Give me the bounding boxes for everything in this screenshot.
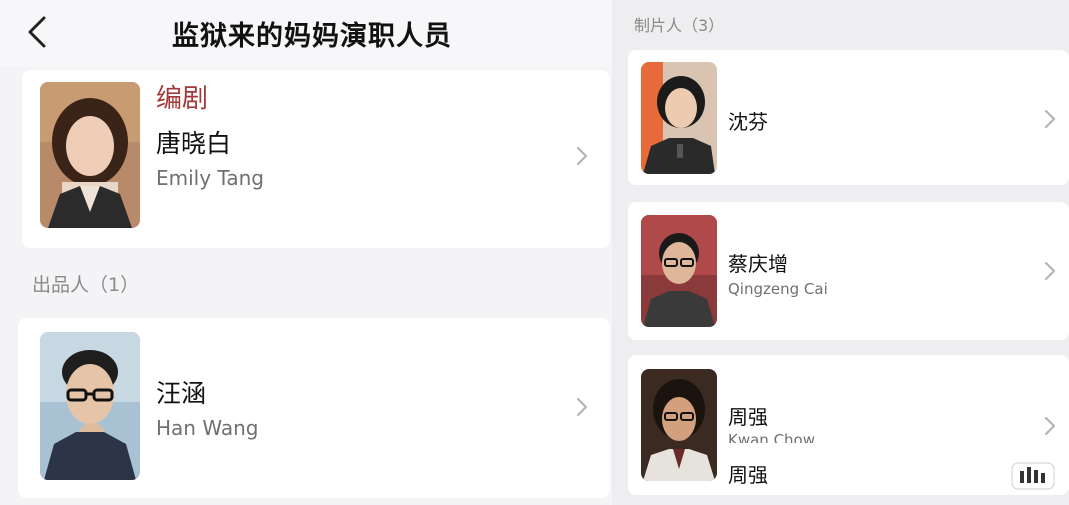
person-name: 蔡庆增 [728,252,788,276]
chevron-right-icon [576,397,588,417]
avatar [641,62,717,174]
crew-card-producer-3[interactable]: 周强 Kwan Chow 周强 [628,355,1069,495]
avatar [40,82,140,228]
person-english-name: Kwan Chow [728,431,815,443]
person-english-name: Qingzeng Cai [728,280,828,298]
person-name: 汪涵 [156,379,207,408]
chevron-right-icon [1044,416,1056,436]
avatar [641,369,717,481]
left-panel: 监狱来的妈妈演职人员 编剧 唐晓白 Emily Tang 出品人（1） 汪涵 H… [0,0,612,505]
overlay-duplicate-name: 周强 [728,463,768,487]
role-label: 编剧 [156,84,209,114]
person-name: 沈芬 [728,110,768,134]
chevron-right-icon [576,146,588,166]
crew-card-presenter[interactable]: 汪涵 Han Wang [18,318,610,498]
crew-card-producer-2[interactable]: 蔡庆增 Qingzeng Cai [628,202,1069,340]
page-title: 监狱来的妈妈演职人员 [172,21,452,52]
person-name: 周强 [728,405,768,429]
section-label-presenter: 出品人（1） [32,274,140,296]
person-name: 唐晓白 [156,129,232,158]
chevron-left-icon [28,16,46,48]
person-english-name: Han Wang [156,416,259,440]
chevron-right-icon [1044,109,1056,129]
crew-card-producer-1[interactable]: 沈芬 [628,50,1069,185]
avatar [641,215,717,327]
avatar [40,332,140,480]
section-label-producers: 制片人（3） [634,16,725,35]
back-button[interactable] [22,12,58,52]
chevron-right-icon [1044,261,1056,281]
top-nav-bar: 监狱来的妈妈演职人员 [0,0,612,66]
crew-card-screenwriter[interactable]: 编剧 唐晓白 Emily Tang [22,70,610,248]
person-english-name: Emily Tang [156,166,264,190]
bar-chart-icon [1011,462,1055,490]
